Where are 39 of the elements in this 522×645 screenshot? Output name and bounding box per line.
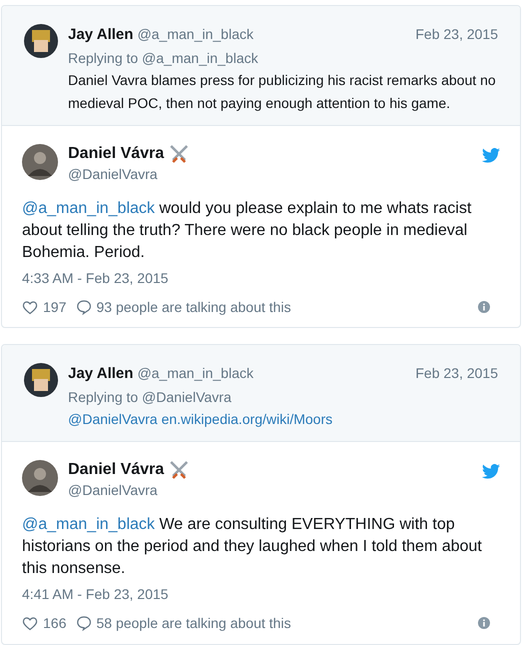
replying-to: Replying to @a_man_in_black bbox=[68, 48, 260, 68]
author-handle: @DanielVavra bbox=[68, 480, 158, 500]
link[interactable]: en.wikipedia.org/wiki/Moors bbox=[161, 410, 333, 427]
tweet-timestamp[interactable]: 4:41 AM - Feb 23, 2015 bbox=[22, 584, 500, 605]
link[interactable]: @a_man_in_black bbox=[22, 516, 155, 533]
bird-logo-icon[interactable] bbox=[482, 148, 500, 162]
tweet-date: Feb 23, 2015 bbox=[415, 364, 498, 384]
author-name: Jay Allen bbox=[68, 25, 134, 45]
info-icon[interactable] bbox=[478, 301, 490, 313]
avatar bbox=[24, 24, 58, 58]
like-count: 197 bbox=[43, 298, 66, 316]
tweet-timestamp[interactable]: 4:33 AM - Feb 23, 2015 bbox=[22, 268, 500, 288]
author-handle: @DanielVavra bbox=[68, 164, 158, 184]
author-name: Daniel Vávra bbox=[68, 144, 164, 164]
crossed-swords-icon bbox=[168, 460, 190, 480]
tweet-date: Feb 23, 2015 bbox=[415, 25, 498, 44]
speech-bubble-icon[interactable] bbox=[76, 615, 92, 632]
replying-to: Replying to @DanielVavra bbox=[68, 388, 232, 407]
crossed-swords-icon bbox=[168, 144, 190, 164]
link[interactable]: @DanielVavra bbox=[68, 410, 158, 427]
bird-logo-icon[interactable] bbox=[482, 464, 500, 479]
speech-bubble-icon[interactable] bbox=[76, 299, 92, 315]
author-handle: @a_man_in_black bbox=[137, 364, 254, 384]
link[interactable]: @a_man_in_black bbox=[22, 200, 155, 216]
avatar bbox=[22, 460, 58, 496]
tweet-text: @a_man_in_black We are consulting EVERYTHING with top historians on the period and they laughed when I told them about this nonsense. bbox=[22, 514, 483, 579]
talking-count[interactable]: 58 people are talking about this bbox=[96, 612, 291, 634]
author-name: Daniel Vávra bbox=[68, 460, 164, 480]
info-icon[interactable] bbox=[478, 617, 490, 630]
heart-icon[interactable] bbox=[22, 616, 38, 631]
heart-icon[interactable] bbox=[22, 300, 38, 314]
avatar bbox=[22, 144, 58, 180]
author-name: Jay Allen bbox=[68, 364, 134, 384]
tweet-text: Daniel Vavra blames press for publicizing his racist remarks about no medieval POC, then not paying enough attention to his game. bbox=[68, 70, 497, 113]
like-count: 166 bbox=[43, 614, 66, 633]
tweet-text: @a_man_in_black would you please explain to me whats racist about telling the truth? There were no black people in medieval Bohemia. Period. bbox=[22, 198, 472, 262]
author-handle: @a_man_in_black bbox=[137, 25, 254, 44]
talking-count[interactable]: 93 people are talking about this bbox=[96, 296, 291, 318]
avatar bbox=[24, 363, 58, 398]
